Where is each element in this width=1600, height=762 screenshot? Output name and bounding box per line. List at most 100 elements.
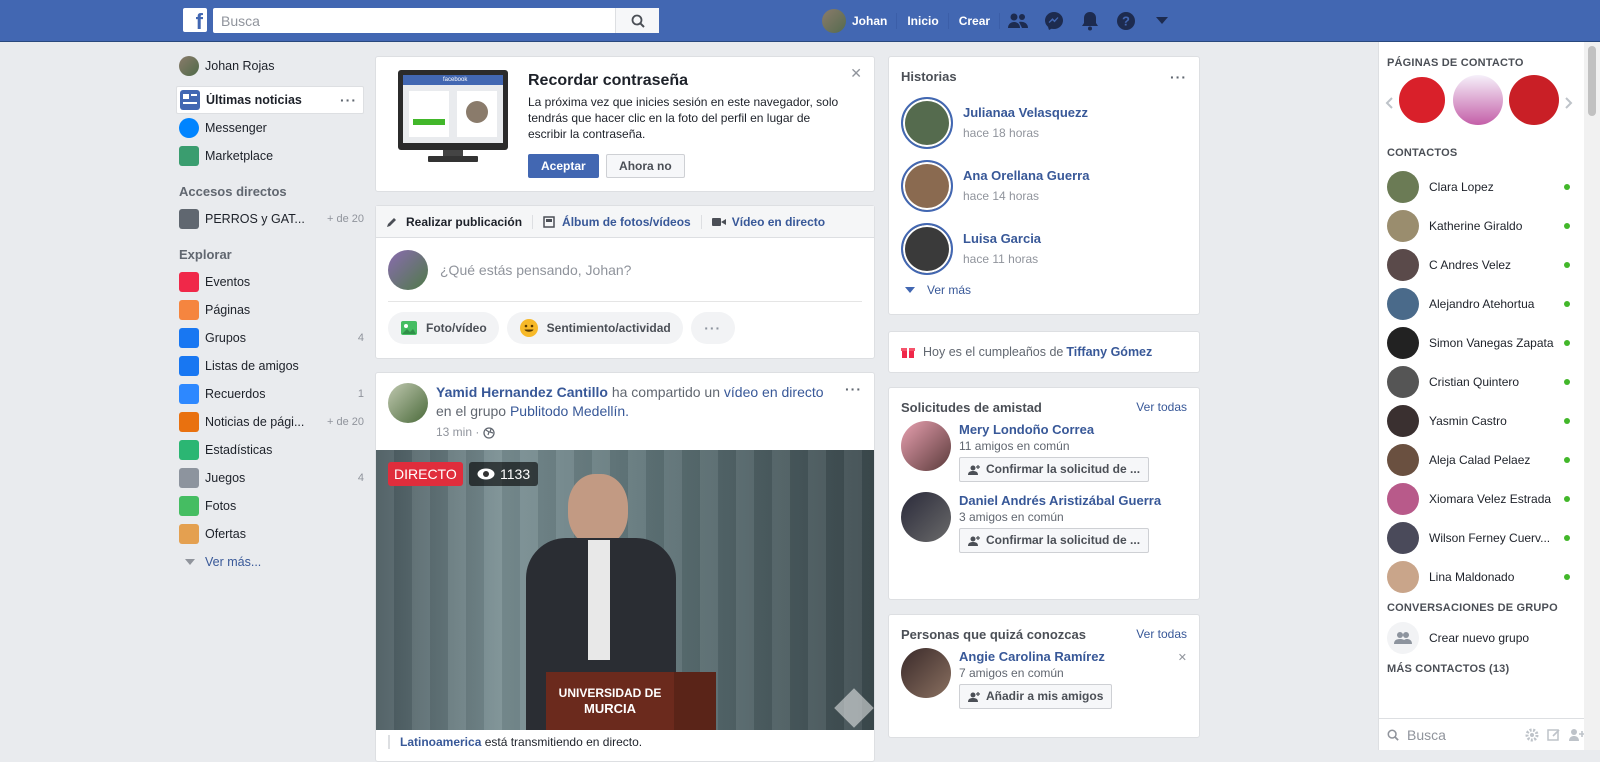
sidebar-item-explore[interactable]: Fotos: [179, 492, 364, 520]
contact-item[interactable]: Cristian Quintero: [1379, 362, 1600, 401]
dismiss-icon[interactable]: ✕: [1178, 651, 1187, 664]
sidebar-item-explore[interactable]: Juegos 4: [179, 464, 364, 492]
home-link[interactable]: Inicio: [897, 0, 950, 42]
sidebar-item-explore[interactable]: Ofertas: [179, 520, 364, 548]
chevron-right-icon[interactable]: [1565, 97, 1573, 109]
contact-page-avatar[interactable]: [1397, 75, 1447, 125]
close-icon[interactable]: ✕: [850, 65, 862, 82]
stories-see-more[interactable]: Ver más: [889, 280, 1199, 300]
story-item[interactable]: Ana Orellana Guerra hace 14 horas: [901, 154, 1187, 217]
messenger-icon[interactable]: [1036, 0, 1072, 42]
avatar[interactable]: [901, 421, 951, 471]
requester-name-link[interactable]: Mery Londoño Correa: [959, 421, 1179, 438]
online-status-indicator: [1564, 301, 1570, 307]
stories-options-icon[interactable]: ···: [1170, 69, 1187, 85]
sidebar-item-label: Marketplace: [205, 149, 274, 163]
avatar: [1387, 560, 1419, 593]
avatar[interactable]: [388, 383, 428, 423]
tab-create-post[interactable]: Realizar publicación: [386, 214, 534, 229]
chevron-left-icon[interactable]: [1385, 97, 1393, 109]
post-group-text: en el grupo: [436, 403, 510, 419]
post-author-link[interactable]: Yamid Hernandez Cantillo: [436, 384, 608, 400]
composer-input[interactable]: ¿Qué estás pensando, Johan?: [440, 262, 631, 278]
friend-requests-icon[interactable]: [1000, 0, 1036, 42]
sidebar-item-shortcut[interactable]: PERROS y GAT... + de 20: [179, 205, 364, 233]
create-link[interactable]: Crear: [949, 0, 1001, 42]
scrollbar[interactable]: [1584, 42, 1600, 750]
more-options-icon[interactable]: ···: [340, 92, 357, 108]
birthday-card[interactable]: Hoy es el cumpleaños de Tiffany Gómez: [888, 331, 1200, 373]
search-icon: [1387, 729, 1399, 741]
pymk-name-link[interactable]: Angie Carolina Ramírez: [959, 648, 1112, 665]
birthday-person-link[interactable]: Tiffany Gómez: [1066, 345, 1152, 359]
contact-item[interactable]: Xiomara Velez Estrada: [1379, 479, 1600, 518]
confirm-request-button[interactable]: Confirmar la solicitud de ...: [959, 457, 1150, 482]
confirm-request-button[interactable]: Confirmar la solicitud de ...: [959, 528, 1150, 553]
sidebar-item-messenger[interactable]: Messenger: [179, 114, 364, 142]
see-all-pymk-link[interactable]: Ver todas: [1136, 627, 1187, 642]
avatar[interactable]: [901, 648, 951, 698]
sidebar-item-news-feed[interactable]: Últimas noticias ···: [176, 86, 364, 114]
help-icon[interactable]: ?: [1108, 0, 1144, 42]
tab-photo-album[interactable]: Álbum de fotos/vídeos: [533, 214, 702, 229]
contact-page-avatar[interactable]: [1509, 75, 1559, 125]
avatar[interactable]: [901, 492, 951, 542]
sidebar-item-marketplace[interactable]: Marketplace: [179, 142, 364, 170]
sidebar-item-explore[interactable]: Estadísticas: [179, 436, 364, 464]
group-link[interactable]: Publitodo Medellín.: [510, 403, 629, 419]
contact-item[interactable]: Alejandro Atehortua: [1379, 284, 1600, 323]
more-contacts-heading[interactable]: MÁS CONTACTOS (13): [1387, 663, 1600, 675]
decline-button[interactable]: Ahora no: [606, 154, 685, 178]
feeling-activity-button[interactable]: Sentimiento/actividad: [506, 312, 683, 344]
contact-item[interactable]: Wilson Ferney Cuerv...: [1379, 518, 1600, 557]
new-group-icon[interactable]: [1569, 728, 1585, 742]
sidebar-item-explore[interactable]: Recuerdos 1: [179, 380, 364, 408]
contact-name: Yasmin Castro: [1429, 413, 1507, 428]
sidebar-item-explore[interactable]: Listas de amigos: [179, 352, 364, 380]
scrollbar-thumb[interactable]: [1588, 46, 1596, 116]
chat-search-bar: Busca: [1379, 718, 1585, 750]
photo-video-button[interactable]: Foto/vídeo: [388, 312, 499, 344]
search-button[interactable]: [615, 8, 659, 33]
notifications-bell-icon[interactable]: [1072, 0, 1108, 42]
story-item[interactable]: Luisa Garcia hace 11 horas: [901, 217, 1187, 280]
sidebar-item-explore[interactable]: Noticias de pági... + de 20: [179, 408, 364, 436]
sidebar-item-explore[interactable]: Grupos 4: [179, 324, 364, 352]
facebook-logo-icon[interactable]: f: [183, 8, 207, 32]
post-options-icon[interactable]: ···: [845, 381, 862, 397]
live-video-player[interactable]: UNIVERSIDAD DE MURCIA DIRECTO 1133: [376, 450, 874, 730]
post-timestamp[interactable]: 13 min ·: [436, 423, 479, 442]
requester-name-link[interactable]: Daniel Andrés Aristizábal Guerra: [959, 492, 1179, 509]
more-options-icon[interactable]: ···: [690, 312, 735, 344]
create-group-button[interactable]: Crear nuevo grupo: [1379, 618, 1600, 657]
compose-icon[interactable]: [1547, 728, 1561, 742]
see-more-link[interactable]: Ver más...: [179, 548, 364, 576]
contact-item[interactable]: Yasmin Castro: [1379, 401, 1600, 440]
search-input[interactable]: Busca: [213, 8, 659, 33]
profile-shortcut[interactable]: Johan Rojas: [179, 52, 364, 80]
see-all-requests-link[interactable]: Ver todas: [1136, 400, 1187, 415]
profile-link[interactable]: Johan: [812, 0, 898, 42]
sidebar-item-label: Eventos: [205, 275, 251, 289]
contact-item[interactable]: Simon Vanegas Zapata: [1379, 323, 1600, 362]
sidebar-item-explore[interactable]: Eventos: [179, 268, 364, 296]
add-friend-button[interactable]: Añadir a mis amigos: [959, 684, 1113, 709]
accept-button[interactable]: Aceptar: [528, 154, 599, 178]
sidebar-item-explore[interactable]: Páginas: [179, 296, 364, 324]
page-link[interactable]: Latinoamerica: [400, 735, 481, 749]
account-menu-chevron-down-icon[interactable]: [1144, 0, 1180, 42]
contact-item[interactable]: Clara Lopez: [1379, 167, 1600, 206]
chat-search-input[interactable]: Busca: [1407, 727, 1525, 743]
search-icon: [631, 14, 645, 28]
contact-item[interactable]: C Andres Velez: [1379, 245, 1600, 284]
photo-icon: [401, 321, 417, 335]
contact-item[interactable]: Lina Maldonado: [1379, 557, 1600, 596]
gear-icon[interactable]: [1525, 728, 1539, 742]
avatar: [822, 9, 846, 33]
tab-live-video[interactable]: Vídeo en directo: [702, 215, 835, 229]
contact-item[interactable]: Aleja Calad Pelaez: [1379, 440, 1600, 479]
story-item[interactable]: Julianaa Velasquezz hace 18 horas: [901, 91, 1187, 154]
contact-page-avatar[interactable]: [1453, 75, 1503, 125]
contact-item[interactable]: Katherine Giraldo: [1379, 206, 1600, 245]
shared-video-link[interactable]: vídeo en directo: [724, 384, 824, 400]
